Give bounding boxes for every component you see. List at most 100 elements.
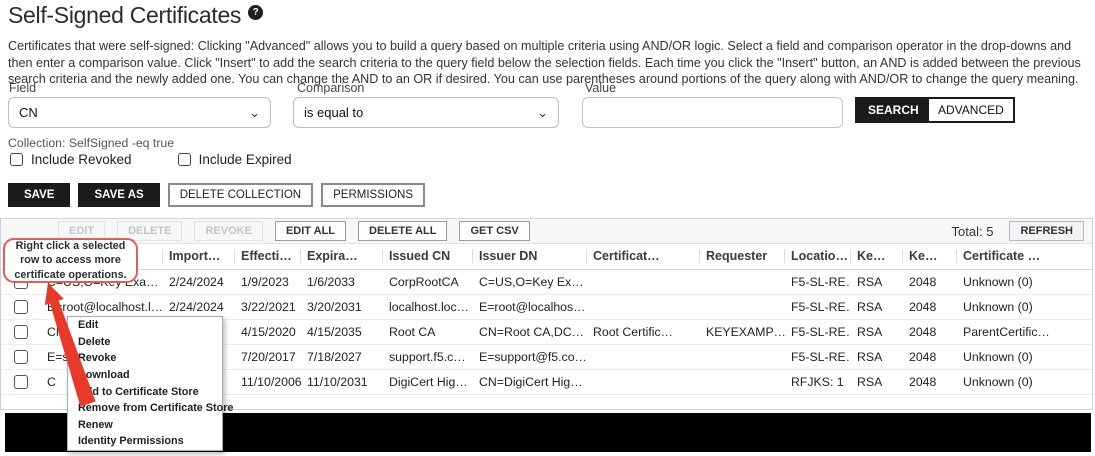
cell-effective-date: 3/22/2021	[235, 300, 301, 314]
delete-all-button[interactable]: DELETE ALL	[358, 221, 447, 241]
page-title: Self-Signed Certificates	[8, 2, 241, 28]
cell-effective-date: 11/10/2006	[235, 375, 301, 389]
cell-import-date: 2/24/2024	[163, 300, 235, 314]
cell-requester: KEYEXAMP…	[700, 325, 785, 339]
cell-issuer-dn: E=support@f5.co…	[473, 350, 587, 364]
cell-issued-cn: CorpRootCA	[383, 275, 473, 289]
header-import-date: Import…	[163, 249, 235, 264]
menu-item-identity-permissions[interactable]: Identity Permissions	[68, 433, 222, 450]
cell-certificate-profile: Root Certific…	[587, 325, 700, 339]
cell-import-date: 2/24/2024	[163, 275, 235, 289]
cell-key-type: RSA	[851, 375, 903, 389]
cell-location: F5-SL-RE…	[785, 350, 851, 364]
cell-issuer-dn: CN=DigiCert Hig…	[473, 375, 587, 389]
collection-text: Collection: SelfSigned -eq true	[8, 136, 174, 150]
cell-certificate-status: Unknown (0)	[957, 375, 1092, 389]
cell-issuer-dn: CN=Root CA,DC…	[473, 325, 587, 339]
row-checkbox[interactable]	[14, 325, 28, 339]
cell-key-size: 2048	[903, 375, 957, 389]
cell-issuer-dn: E=root@localhos…	[473, 300, 587, 314]
cell-effective-date: 4/15/2020	[235, 325, 301, 339]
search-button[interactable]: SEARCH	[855, 97, 932, 123]
header-requester: Requester	[700, 249, 785, 264]
cell-certificate-status: Unknown (0)	[957, 300, 1092, 314]
cell-expiration-date: 1/6/2033	[301, 275, 383, 289]
row-checkbox[interactable]	[14, 375, 28, 389]
cell-expiration-date: 11/10/2031	[301, 375, 383, 389]
menu-item-delete[interactable]: Delete	[68, 334, 222, 351]
field-select[interactable]: CN	[8, 97, 271, 128]
collection-actions: SAVE SAVE AS DELETE COLLECTION PERMISSIO…	[8, 183, 425, 207]
cell-location: F5-SL-RE…	[785, 275, 851, 289]
advanced-button[interactable]: ADVANCED	[927, 97, 1015, 123]
menu-item-remove-from-certificate-store[interactable]: Remove from Certificate Store	[68, 400, 222, 417]
comparison-select[interactable]: is equal to	[293, 97, 559, 128]
cell-effective-date: 7/20/2017	[235, 350, 301, 364]
header-effective-date: Effecti…	[235, 249, 301, 264]
cell-expiration-date: 4/15/2035	[301, 325, 383, 339]
include-revoked-label: Include Revoked	[31, 152, 132, 167]
value-input[interactable]	[582, 97, 843, 128]
page-description: Certificates that were self-signed: Clic…	[8, 38, 1092, 88]
cell-key-size: 2048	[903, 350, 957, 364]
header-key-size: Ke…	[903, 249, 957, 264]
field-select-value: CN	[19, 105, 38, 120]
help-icon[interactable]	[248, 5, 263, 20]
self-signed-certificates-page: Self-Signed Certificates Certificates th…	[0, 0, 1095, 456]
cell-location: F5-SL-RE…	[785, 325, 851, 339]
save-button[interactable]: SAVE	[8, 183, 70, 207]
cell-key-size: 2048	[903, 275, 957, 289]
table-row[interactable]: C=US,O=Key Exa… 2/24/2024 1/9/2023 1/6/2…	[1, 270, 1092, 295]
cell-location: RFJKS: 1	[785, 375, 851, 389]
comparison-select-value: is equal to	[304, 105, 363, 120]
cell-issued-cn: localhost.loc…	[383, 300, 473, 314]
header-location: Locatio…	[785, 249, 851, 264]
cell-effective-date: 1/9/2023	[235, 275, 301, 289]
field-label: Field	[9, 81, 36, 95]
cell-key-size: 2048	[903, 325, 957, 339]
include-expired-label: Include Expired	[199, 152, 292, 167]
cell-issued-cn: Root CA	[383, 325, 473, 339]
cell-key-size: 2048	[903, 300, 957, 314]
cell-expiration-date: 7/18/2027	[301, 350, 383, 364]
annotation-callout: Right click a selected row to access mor…	[3, 238, 138, 283]
get-csv-button[interactable]: GET CSV	[459, 221, 529, 241]
cell-certificate-status: ParentCertific…	[957, 325, 1092, 339]
total-count: Total: 5	[952, 224, 994, 239]
header-certificate-status: Certificate …	[957, 249, 1092, 264]
row-checkbox[interactable]	[14, 350, 28, 364]
cell-key-type: RSA	[851, 275, 903, 289]
include-expired-checkbox[interactable]	[178, 153, 191, 166]
edit-all-button[interactable]: EDIT ALL	[275, 221, 346, 241]
save-as-button[interactable]: SAVE AS	[78, 183, 159, 207]
delete-collection-button[interactable]: DELETE COLLECTION	[168, 183, 313, 207]
menu-item-renew[interactable]: Renew	[68, 417, 222, 434]
toolbar-right: Total: 5 REFRESH	[952, 221, 1092, 241]
comparison-label: Comparison	[297, 81, 364, 95]
cell-issued-cn: support.f5.c…	[383, 350, 473, 364]
include-revoked-option[interactable]: Include Revoked	[10, 152, 132, 167]
grid-toolbar: EDIT DELETE REVOKE EDIT ALL DELETE ALL G…	[1, 219, 1092, 244]
include-expired-option[interactable]: Include Expired	[178, 152, 292, 167]
value-label: Value	[585, 81, 616, 95]
table-header-row: Import… Effecti… Expira… Issued CN Issue…	[1, 244, 1092, 270]
menu-item-add-to-certificate-store[interactable]: Add to Certificate Store	[68, 383, 222, 400]
row-checkbox[interactable]	[14, 300, 28, 314]
cell-location: F5-SL-RE…	[785, 300, 851, 314]
filter-checkboxes: Include Revoked Include Expired	[10, 152, 292, 167]
permissions-button[interactable]: PERMISSIONS	[321, 183, 425, 207]
cell-certificate-status: Unknown (0)	[957, 350, 1092, 364]
include-revoked-checkbox[interactable]	[10, 153, 23, 166]
header-certificate-profile: Certificat…	[587, 249, 700, 264]
cell-key-type: RSA	[851, 325, 903, 339]
menu-item-revoke[interactable]: Revoke	[68, 350, 222, 367]
title-row: Self-Signed Certificates	[8, 2, 263, 28]
menu-item-download[interactable]: Download	[68, 367, 222, 384]
refresh-button[interactable]: REFRESH	[1009, 221, 1084, 241]
menu-item-edit[interactable]: Edit	[68, 317, 222, 334]
context-menu: Edit Delete Revoke Download Add to Certi…	[67, 316, 223, 451]
cell-issuer-dn: C=US,O=Key Ex…	[473, 275, 587, 289]
header-key-type: Ke…	[851, 249, 903, 264]
header-issued-cn: Issued CN	[383, 249, 473, 264]
cell-subject: E=root@localhost.l…	[41, 300, 163, 314]
